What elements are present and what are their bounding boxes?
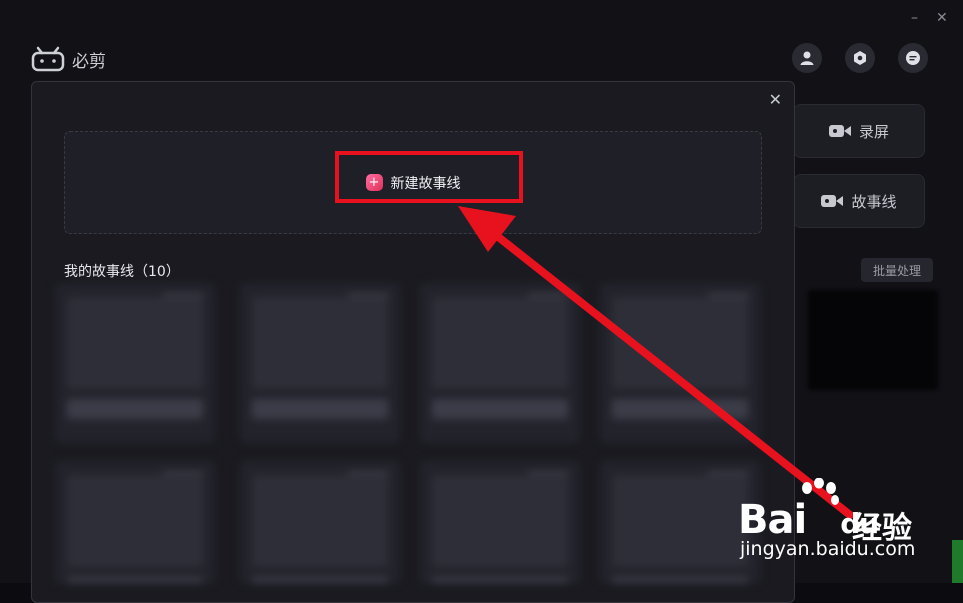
- watermark-url: jingyan.baidu.com: [740, 538, 916, 560]
- baidu-paw-icon: [802, 478, 839, 505]
